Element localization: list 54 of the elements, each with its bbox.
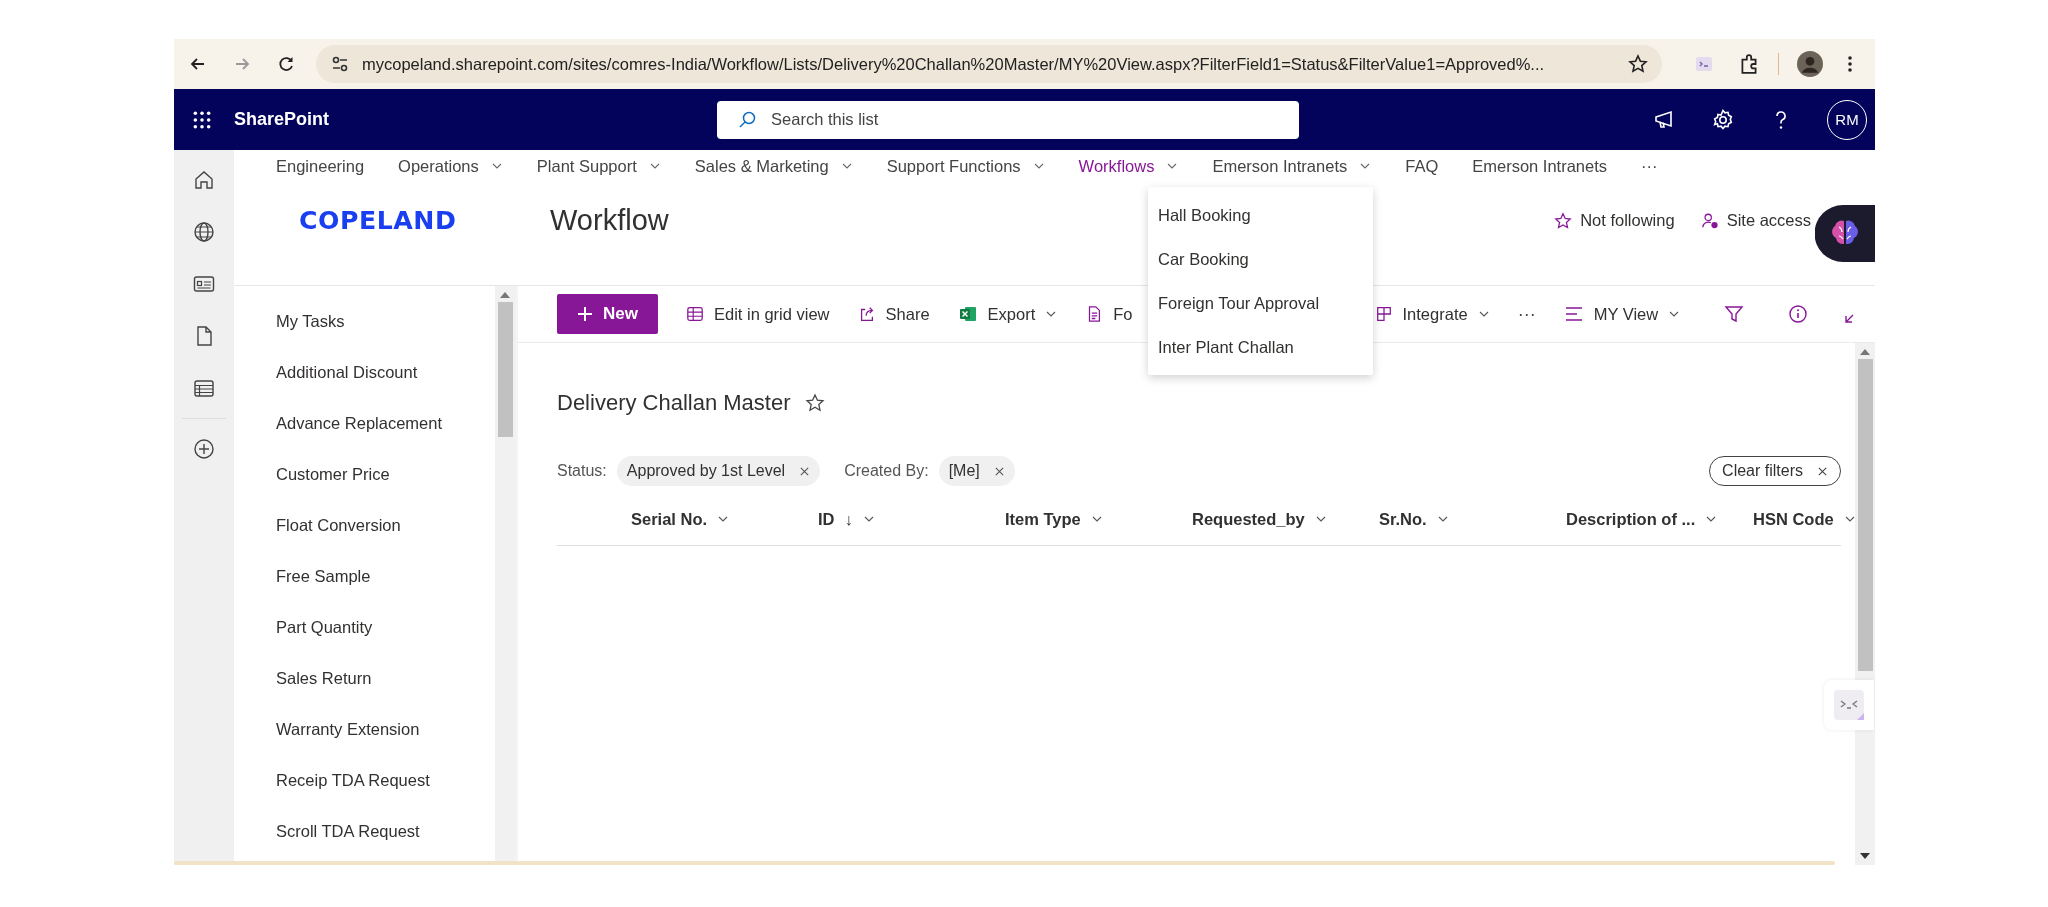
menu-item[interactable]: Foreign Tour Approval [1148, 281, 1373, 325]
menu-item[interactable]: Car Booking [1148, 237, 1373, 281]
more-button[interactable]: ··· [1517, 303, 1536, 325]
nav-link[interactable]: Emerson Intranets [1212, 156, 1372, 176]
nav-link[interactable]: Sales & Marketing [694, 156, 853, 176]
nav-link[interactable]: Operations [398, 156, 503, 176]
clear-filters-button[interactable]: Clear filters [1709, 456, 1841, 486]
command-button[interactable]: Integrate [1374, 304, 1490, 324]
column-header[interactable]: Requested_by [1192, 509, 1379, 529]
command-button[interactable]: Fo [1085, 304, 1133, 324]
search-field[interactable]: Search this list [717, 100, 1300, 139]
menu-item[interactable]: Inter Plant Challan [1148, 325, 1373, 369]
follow-button[interactable]: Not following [1554, 211, 1675, 230]
menu-item[interactable]: Hall Booking [1148, 193, 1373, 237]
app-name[interactable]: SharePoint [234, 109, 330, 130]
left-nav-link[interactable]: Advance Replacement [276, 398, 495, 449]
logo[interactable]: COPELAND [299, 206, 509, 235]
filter-label: Created By: [844, 462, 929, 480]
left-nav-link[interactable]: Free Sample [276, 551, 495, 602]
left-nav-link[interactable]: Customer Price [276, 449, 495, 500]
command-button[interactable]: Export [957, 304, 1058, 324]
column-header[interactable]: HSN Code [1753, 509, 1856, 529]
site-access-button[interactable]: Site access [1700, 211, 1811, 230]
nav-link[interactable]: Plant Support [536, 156, 661, 176]
address-bar[interactable]: mycopeland.sharepoint.com/sites/comres-India/Workflow/Lists/Delivery%20Challan%20Master/MY%20View.aspx?FilterField1=Status&FilterValue1=Approved%... [316, 45, 1662, 83]
left-nav-link[interactable]: Warranty Extension [276, 704, 495, 755]
column-header[interactable]: Item Type [1005, 509, 1192, 529]
column-header[interactable]: Description of ... [1566, 509, 1753, 529]
column-header[interactable]: ID ↓ [818, 509, 1005, 529]
left-nav-link[interactable]: Part Quantity [276, 602, 495, 653]
left-nav-link[interactable]: Sales Return [276, 653, 495, 704]
left-nav-link[interactable]: Additional Discount [276, 347, 495, 398]
column-header[interactable]: Serial No. [631, 509, 818, 529]
nav-link[interactable]: Engineering [276, 156, 365, 176]
left-nav-link[interactable]: Scroll TDA Request [276, 806, 495, 857]
filter-chip[interactable]: Approved by 1st Level [616, 456, 821, 486]
new-button[interactable]: New [557, 294, 658, 334]
left-nav-link[interactable]: My Tasks [276, 296, 495, 347]
command-button[interactable]: Share [857, 304, 930, 324]
nav-link[interactable]: ··· [1641, 156, 1658, 176]
nav-link[interactable]: Support Functions [886, 156, 1045, 176]
nav-link[interactable]: Emerson Intranets [1472, 156, 1608, 176]
left-nav-link[interactable]: Receip TDA Request [276, 755, 495, 806]
nav-link[interactable]: FAQ [1405, 156, 1439, 176]
command-button[interactable]: Edit in grid view [685, 304, 830, 324]
filter-label: Status: [557, 462, 607, 480]
nav-link[interactable]: Workflows [1078, 156, 1179, 176]
url-text: mycopeland.sharepoint.com/sites/comres-India/Workflow/Lists/Delivery%20Challan%20Master/MY%20View.aspx?FilterField1=Status&FilterValue1=Approved%... [362, 54, 1546, 74]
left-nav-link[interactable]: Float Conversion [276, 500, 495, 551]
site-title[interactable]: Workflow [550, 204, 669, 237]
column-header[interactable]: Sr.No. [1379, 509, 1566, 529]
filter-chip[interactable]: [Me] [938, 456, 1015, 486]
command-button[interactable]: MY View [1563, 304, 1681, 324]
list-title: Delivery Challan Master [557, 390, 791, 416]
